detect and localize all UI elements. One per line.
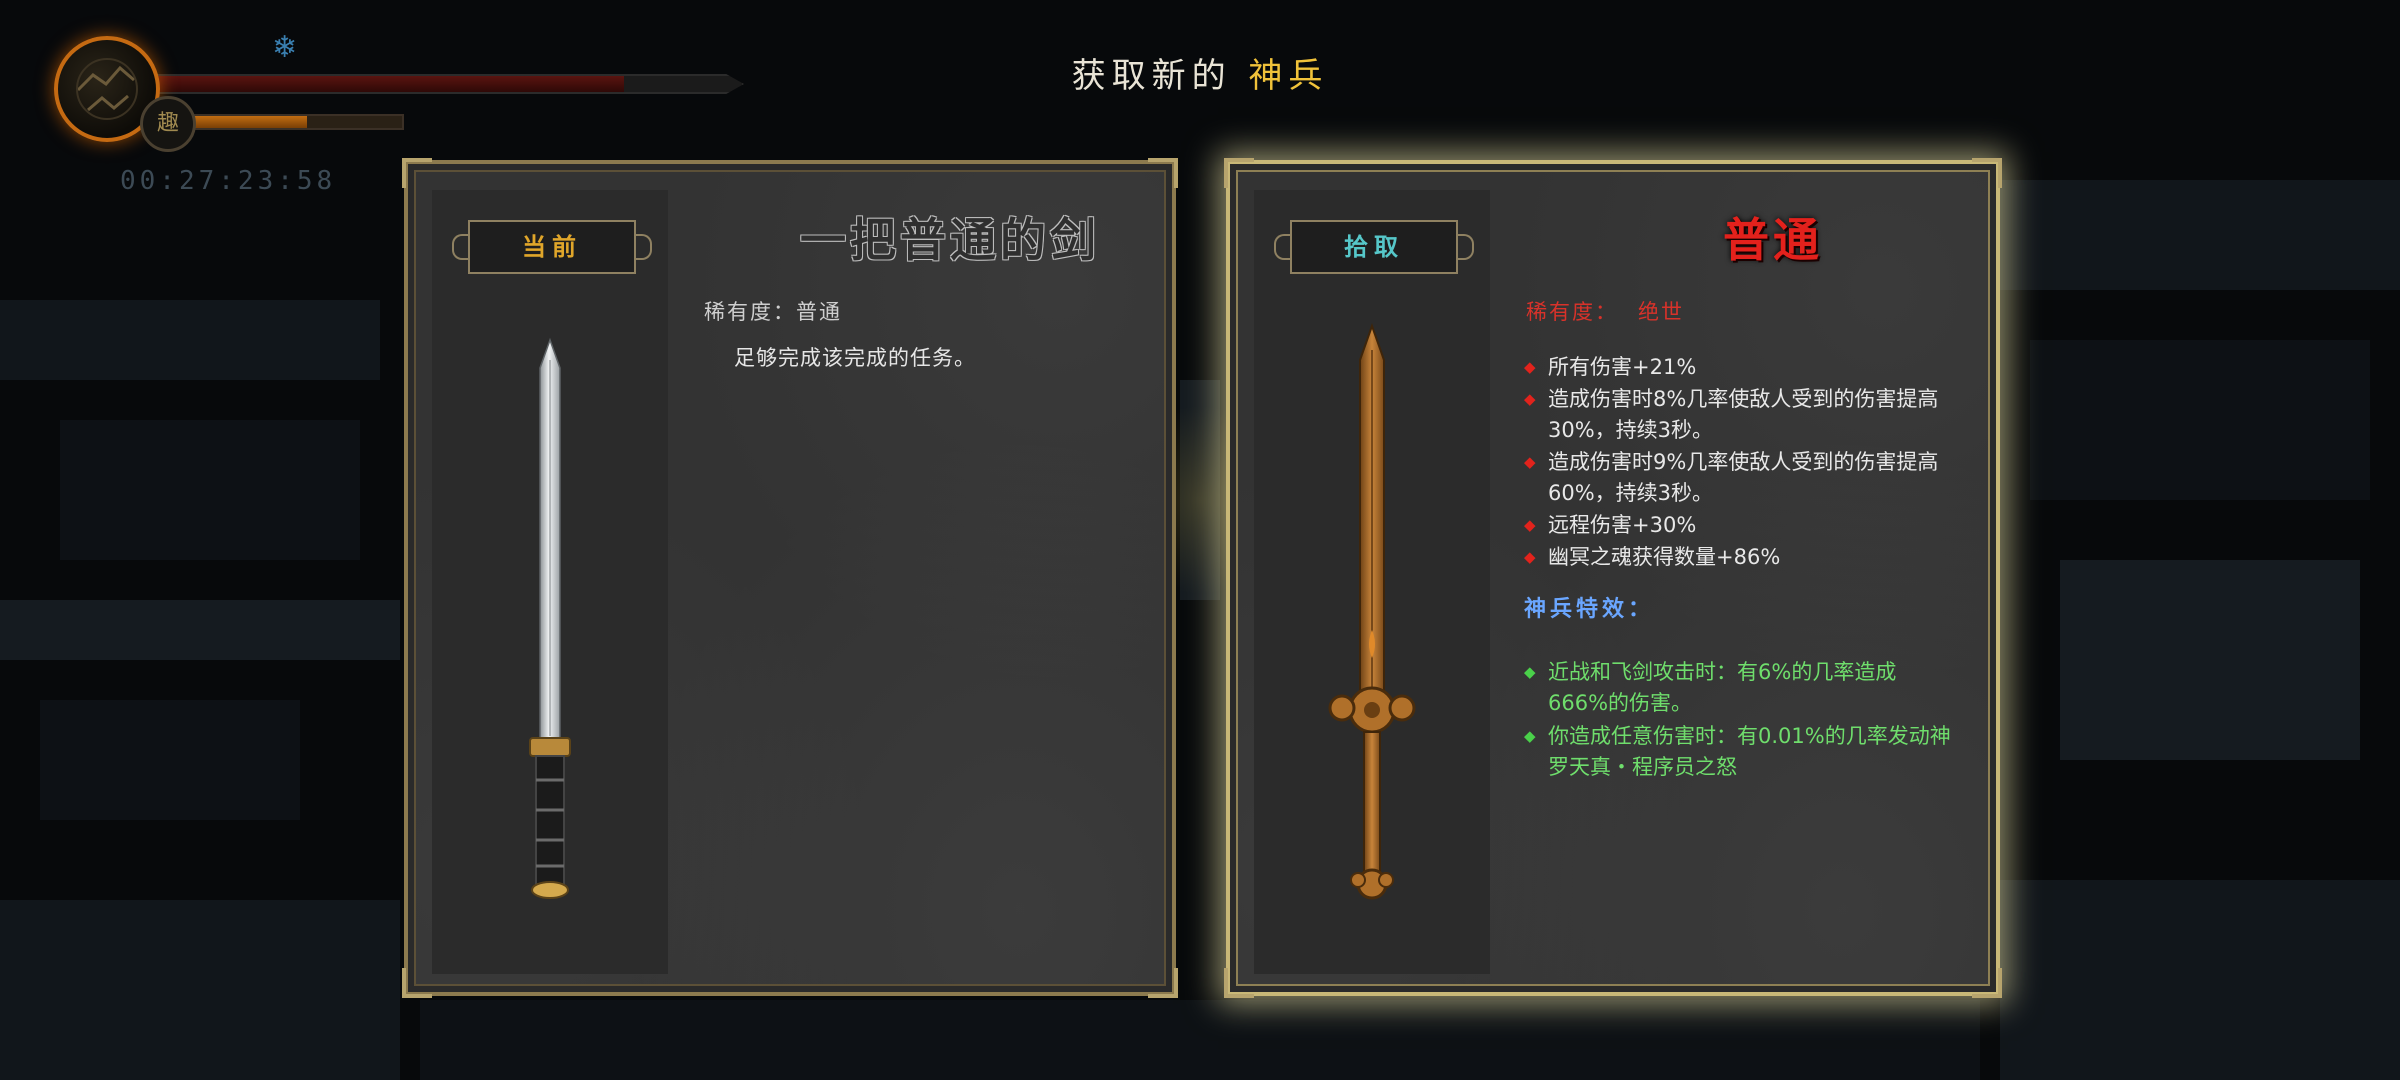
panel-corner-ornament: [1224, 968, 1254, 998]
page-title: 获取新的 神兵: [0, 48, 2400, 97]
weapon-image-column: 当前: [432, 190, 668, 974]
panel-corner-ornament: [1148, 158, 1178, 188]
panel-corner-ornament: [402, 968, 432, 998]
special-effects-heading: 神兵特效：: [1524, 596, 1655, 622]
run-timer: 00:27:23:58: [120, 166, 337, 196]
title-highlight: 神兵: [1248, 56, 1329, 96]
stat-item: 造成伤害时8%几率使敌人受到的伤害提高30%，持续3秒。: [1522, 384, 1956, 446]
current-weapon-rarity: 稀有度：普通: [704, 300, 842, 324]
stat-item: 所有伤害+21%: [1522, 352, 1956, 383]
current-weapon-panel: 当前 一把普通的剑 稀有度：普通 足够完成该完成的任务。: [402, 158, 1178, 998]
title-prefix: 获取新的: [1071, 56, 1232, 96]
panel-corner-ornament: [1148, 968, 1178, 998]
buff-badge: 趣: [140, 96, 196, 152]
current-weapon-details: 一把普通的剑 稀有度：普通 足够完成该完成的任务。: [704, 204, 1132, 372]
current-weapon-description: 足够完成该完成的任务。: [734, 346, 976, 370]
panel-corner-ornament: [402, 158, 432, 188]
stat-item: 远程伤害+30%: [1522, 510, 1956, 541]
rarity-label: 稀有度：: [1526, 300, 1618, 324]
new-weapon-panel[interactable]: 拾取 普通 稀有度： 绝世 ◆ 所有伤害+21% ◆ 造成伤害时8%几率使敌人受…: [1224, 158, 2002, 998]
stat-item: 幽冥之魂获得数量+86%: [1522, 542, 1956, 573]
panel-corner-ornament: [1224, 158, 1254, 188]
new-weapon-rarity: 稀有度： 绝世: [1526, 296, 1956, 326]
stat-list: 所有伤害+21% 造成伤害时8%几率使敌人受到的伤害提高30%，持续3秒。 造成…: [1522, 352, 1956, 573]
special-effect-item: 近战和飞剑攻击时：有6%的几率造成666%的伤害。: [1522, 657, 1956, 719]
panel-corner-ornament: [1972, 968, 2002, 998]
new-weapon-details: 普通 稀有度： 绝世 所有伤害+21% 造成伤害时8%几率使敌人受到的伤害提高30…: [1524, 204, 1956, 785]
panel-corner-ornament: [1972, 158, 2002, 188]
silver-sword-icon: [529, 337, 571, 899]
weapon-image-column: 拾取: [1254, 190, 1490, 974]
special-effect-item: 你造成任意伤害时：有0.01%的几率发动神罗天真・程序员之怒: [1522, 721, 1956, 783]
stat-item: 造成伤害时9%几率使敌人受到的伤害提高60%，持续3秒。: [1522, 447, 1956, 509]
special-effects-list: 近战和飞剑攻击时：有6%的几率造成666%的伤害。 你造成任意伤害时：有0.01…: [1522, 657, 1956, 783]
new-weapon-name: 普通: [1723, 213, 1823, 267]
current-weapon-name: 一把普通的剑: [800, 213, 1100, 267]
bronze-sword-icon: [1328, 322, 1416, 900]
rarity-value: 绝世: [1638, 300, 1684, 324]
